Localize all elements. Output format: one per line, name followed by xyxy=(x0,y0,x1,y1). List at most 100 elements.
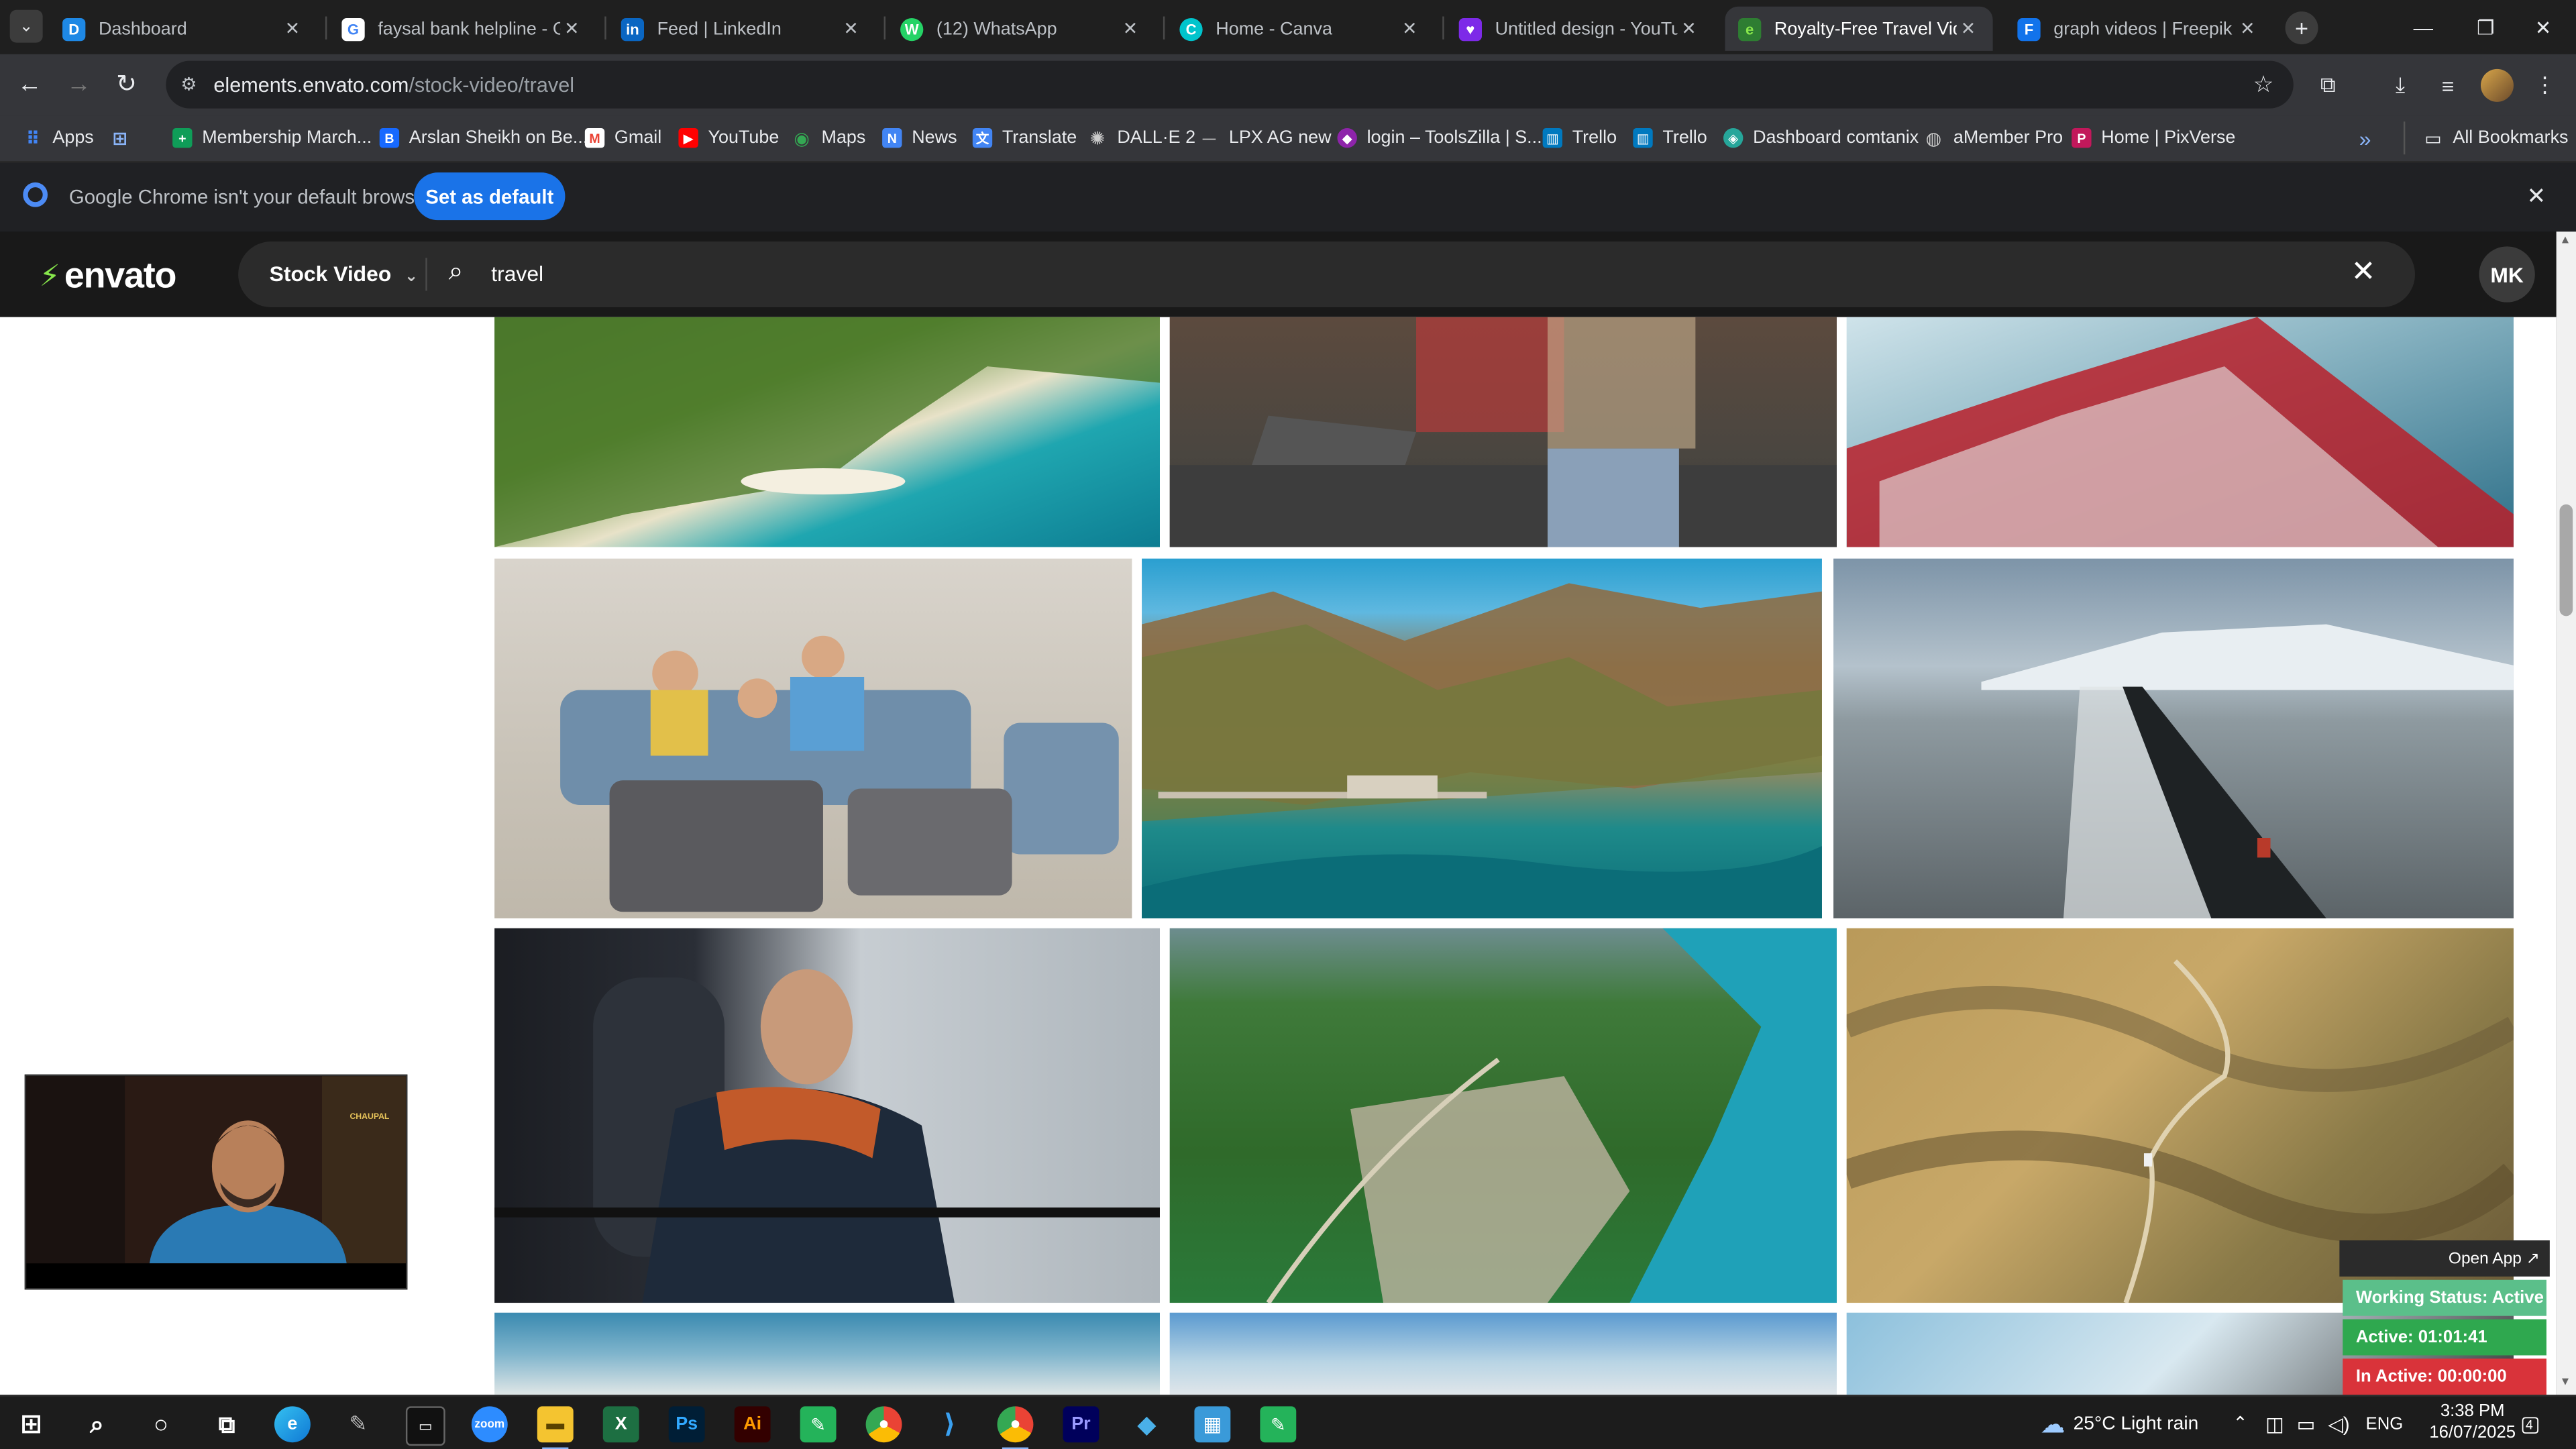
tab-whatsapp[interactable]: W (12) WhatsApp ✕ xyxy=(887,7,1155,51)
language-indicator[interactable]: ENG xyxy=(2366,1397,2404,1449)
calculator-icon[interactable]: ▦ xyxy=(1194,1406,1231,1443)
system-clock[interactable]: 3:38 PM 16/07/2025 xyxy=(2423,1401,2522,1444)
weather-widget[interactable]: ☁ 25°C Light rain xyxy=(2041,1397,2199,1449)
clear-search-icon[interactable]: ✕ xyxy=(2351,255,2376,289)
extensions-icon[interactable]: ⧉ xyxy=(2313,70,2343,100)
tab-linkedin[interactable]: in Feed | LinkedIn ✕ xyxy=(608,7,875,51)
tab-close-icon[interactable]: ✕ xyxy=(560,18,583,39)
bookmarks-overflow-chevron-icon[interactable]: » xyxy=(2359,123,2371,153)
illustrator-icon[interactable]: Ai xyxy=(734,1406,771,1443)
bookmark-item[interactable]: ▥ Trello xyxy=(1542,123,1617,153)
video-thumbnail-mountain-sky[interactable] xyxy=(1169,1312,1837,1395)
premiere-icon[interactable]: Pr xyxy=(1063,1406,1099,1443)
bookmark-item[interactable]: ▥ Trello xyxy=(1633,123,1707,153)
bookmark-item[interactable]: ▶ YouTube xyxy=(678,123,779,153)
set-as-default-button[interactable]: Set as default xyxy=(414,172,566,221)
tab-freepik[interactable]: F graph videos | Freepik ✕ xyxy=(2004,7,2272,51)
cortana-circle-icon[interactable]: ○ xyxy=(143,1406,179,1442)
bookmark-item[interactable]: B Arslan Sheikh on Be... xyxy=(379,123,588,153)
chrome-active-icon[interactable]: ● xyxy=(997,1406,1034,1449)
bookmark-star-icon[interactable]: ☆ xyxy=(2253,70,2274,99)
chrome-menu-icon[interactable]: ⋮ xyxy=(2530,70,2559,100)
open-app-button[interactable]: Open App ↗ xyxy=(2339,1240,2550,1277)
video-thumbnail-icebreaker-ship[interactable] xyxy=(1846,317,2514,547)
address-bar[interactable]: ⚙ elements.envato.com/stock-video/travel… xyxy=(166,60,2294,109)
tab-canva[interactable]: C Home - Canva ✕ xyxy=(1167,7,1434,51)
video-thumbnail-snow-road[interactable] xyxy=(1833,558,2514,918)
tab-untitled-design[interactable]: ♥ Untitled design - YouTube ✕ xyxy=(1446,7,1713,51)
bookmark-apps[interactable]: ⠿ Apps xyxy=(23,123,93,153)
new-tab-button[interactable]: + xyxy=(2285,11,2318,45)
user-avatar[interactable]: MK xyxy=(2479,246,2535,303)
bookmark-item[interactable]: N News xyxy=(882,123,957,153)
video-thumbnail-couple-laptop[interactable] xyxy=(1169,317,1837,547)
windows-start-icon[interactable]: ⊞ xyxy=(13,1406,50,1442)
file-explorer-icon[interactable]: ▬ xyxy=(537,1406,574,1449)
tab-close-icon[interactable]: ✕ xyxy=(1119,18,1142,39)
volume-icon[interactable]: ◁) xyxy=(2328,1397,2349,1449)
notification-center-icon[interactable]: ▢ 4 xyxy=(2520,1397,2540,1449)
diamond-app-icon[interactable]: ◆ xyxy=(1128,1406,1165,1442)
video-thumbnail-coast-cliffs[interactable] xyxy=(494,317,1160,547)
tab-search-chevron-icon[interactable]: ⌄ xyxy=(9,9,43,43)
bookmark-item[interactable]: — LPX AG new xyxy=(1199,123,1332,153)
bookmark-item[interactable]: ◆ login – ToolsZilla | S... xyxy=(1337,123,1542,153)
profile-avatar[interactable] xyxy=(2480,68,2514,102)
bookmark-item[interactable]: 文 Translate xyxy=(972,123,1077,153)
tab-close-icon[interactable]: ✕ xyxy=(281,18,304,39)
reload-icon[interactable]: ↻ xyxy=(110,67,143,100)
picture-in-picture-window[interactable]: CHAUPAL xyxy=(24,1074,408,1290)
bookmark-tab-groups[interactable]: ⊞ xyxy=(110,123,140,153)
search-input[interactable]: travel xyxy=(491,261,543,286)
bookmark-item[interactable]: ✺ DALL·E 2 xyxy=(1087,123,1196,153)
close-icon[interactable]: ✕ xyxy=(2527,182,2546,211)
page-scrollbar-thumb[interactable] xyxy=(2559,504,2573,616)
meet-now-icon[interactable]: ◫ xyxy=(2265,1397,2284,1449)
green-app-icon[interactable]: ✎ xyxy=(800,1406,837,1443)
vscode-icon[interactable]: ⟩ xyxy=(932,1406,968,1442)
download-icon[interactable]: ⤓ xyxy=(2385,70,2415,100)
video-thumbnail-family-suitcases[interactable] xyxy=(494,558,1132,918)
chrome-icon[interactable]: ● xyxy=(865,1406,902,1443)
bookmark-item[interactable]: ◍ aMember Pro xyxy=(1924,123,2063,153)
bookmark-item[interactable]: + Membership March... xyxy=(172,123,372,153)
bookmark-item[interactable]: M Gmail xyxy=(584,123,661,153)
tab-close-icon[interactable]: ✕ xyxy=(1677,18,1700,39)
media-control-icon[interactable]: ≡ xyxy=(2433,70,2463,100)
site-info-icon[interactable]: ⚙ xyxy=(180,74,203,95)
bookmark-item[interactable]: P Home | PixVerse xyxy=(2072,123,2235,153)
back-arrow-icon[interactable]: ← xyxy=(13,67,46,100)
all-bookmarks-button[interactable]: ▭ All Bookmarks xyxy=(2423,123,2568,153)
tab-envato-active[interactable]: e Royalty-Free Travel Video ✕ xyxy=(1725,6,1993,51)
video-thumbnail-sky-horizon[interactable] xyxy=(494,1312,1160,1395)
category-select[interactable]: Stock Video ⌄ xyxy=(270,261,419,286)
edge-icon[interactable]: e xyxy=(274,1406,311,1443)
video-thumbnail-coastal-town[interactable] xyxy=(1169,928,1837,1303)
bookmark-item[interactable]: ◈ Dashboard comtanix xyxy=(1723,123,1919,153)
envato-logo[interactable]: ⚡ envato xyxy=(40,255,177,298)
task-view-icon[interactable]: ⧉ xyxy=(209,1406,245,1442)
green-app-icon[interactable]: ✎ xyxy=(1260,1406,1297,1443)
tab-close-icon[interactable]: ✕ xyxy=(1398,18,1421,39)
pen-tool-icon[interactable]: ✎ xyxy=(340,1406,376,1442)
page-scrollbar-track[interactable] xyxy=(2556,231,2576,1395)
search-icon[interactable]: ⌕ xyxy=(79,1406,115,1442)
scroll-up-arrow-icon[interactable]: ▲ xyxy=(2560,235,2571,246)
close-window-icon[interactable]: ✕ xyxy=(2506,0,2576,54)
scroll-down-arrow-icon[interactable]: ▼ xyxy=(2560,1377,2571,1388)
tab-close-icon[interactable]: ✕ xyxy=(2236,18,2259,39)
tab-dashboard[interactable]: D Dashboard ✕ xyxy=(49,7,317,51)
network-icon[interactable]: ▭ xyxy=(2297,1397,2316,1449)
tab-google-search[interactable]: G faysal bank helpline - Go ✕ xyxy=(329,7,596,51)
tray-overflow-chevron-icon[interactable]: ⌃ xyxy=(2233,1397,2248,1449)
zoom-icon[interactable]: zoom xyxy=(471,1406,508,1443)
tab-close-icon[interactable]: ✕ xyxy=(839,18,862,39)
tab-close-icon[interactable]: ✕ xyxy=(1957,18,1980,39)
photoshop-icon[interactable]: Ps xyxy=(668,1406,705,1443)
bookmark-item[interactable]: ◉ Maps xyxy=(792,123,865,153)
video-thumbnail-man-train-window[interactable] xyxy=(494,928,1160,1303)
terminal-icon[interactable]: ▭ xyxy=(405,1406,445,1446)
video-thumbnail-coastal-bridge[interactable] xyxy=(1142,558,1822,918)
forward-arrow-icon[interactable]: → xyxy=(62,67,95,100)
excel-icon[interactable]: X xyxy=(602,1406,639,1443)
